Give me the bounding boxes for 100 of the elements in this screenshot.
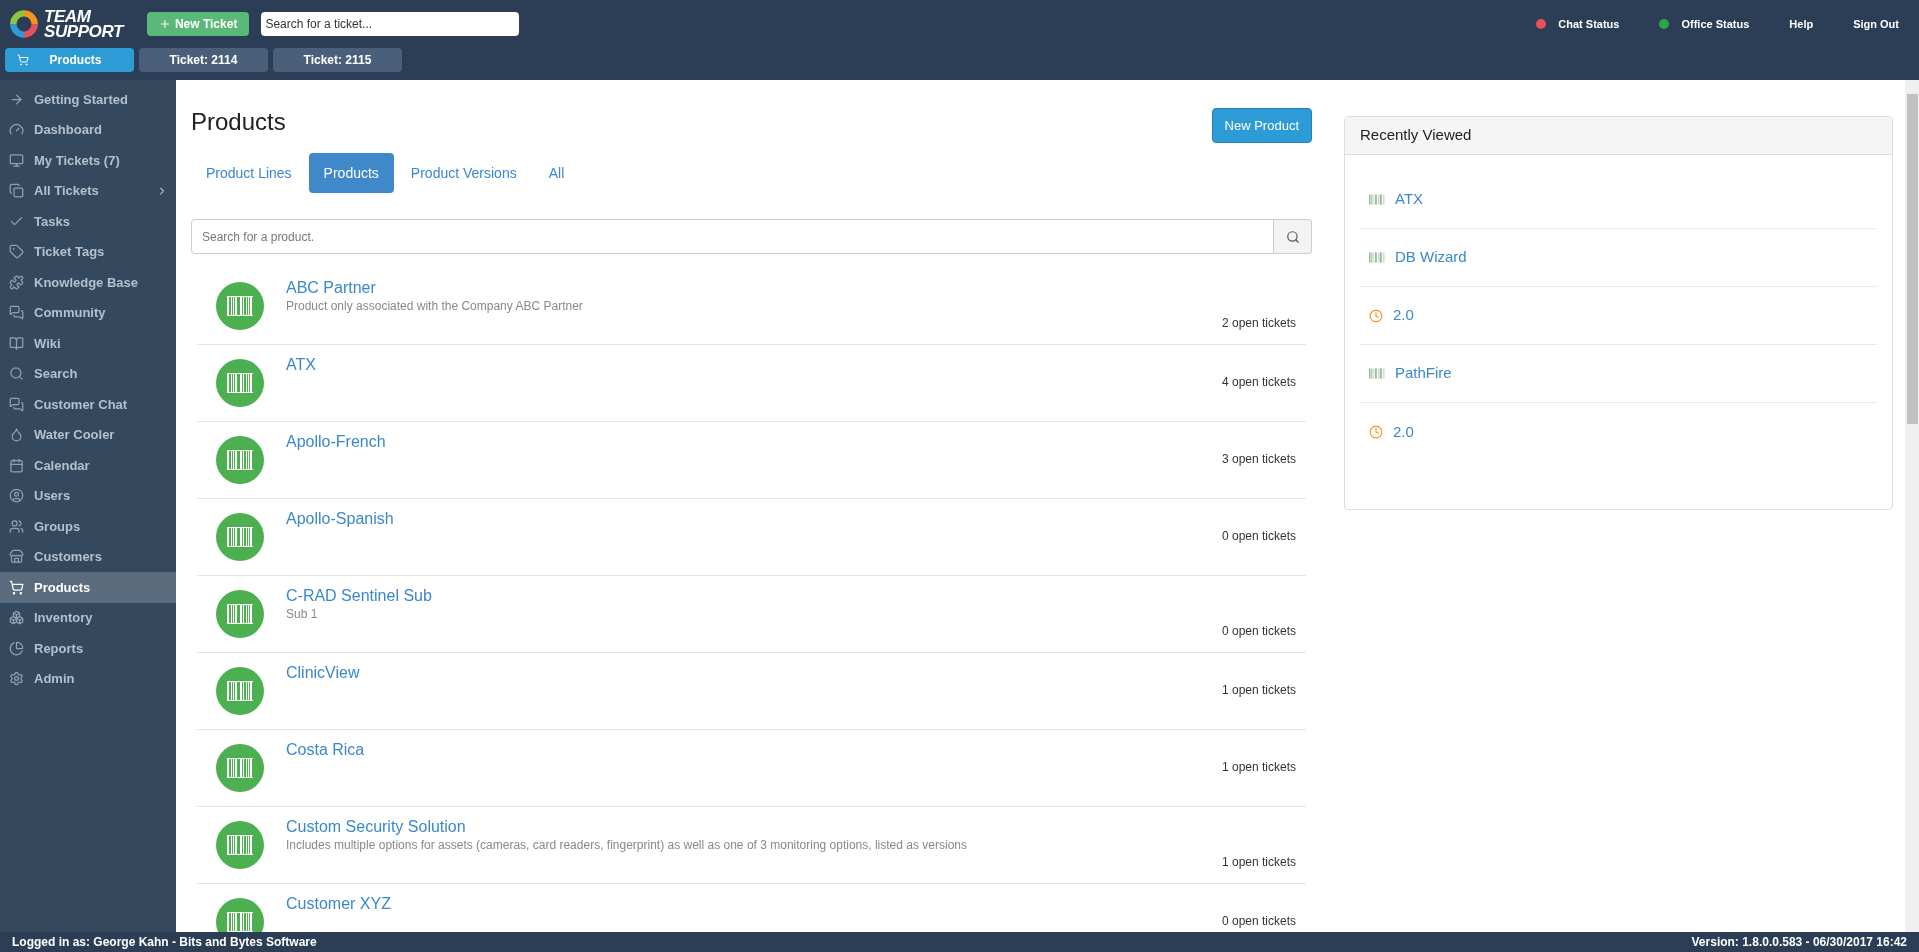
product-name[interactable]: C-RAD Sentinel Sub bbox=[286, 586, 432, 605]
page-tab[interactable]: Products bbox=[308, 153, 394, 193]
page-title: Products bbox=[191, 107, 286, 137]
product-name[interactable]: Customer XYZ bbox=[286, 894, 391, 913]
sidebar-item[interactable]: All Tickets bbox=[0, 175, 176, 206]
header-link[interactable]: Sign Out bbox=[1853, 15, 1899, 33]
panel-title: Recently Viewed bbox=[1360, 125, 1472, 146]
product-description: Sub 1 bbox=[286, 606, 319, 623]
users-icon bbox=[9, 518, 24, 534]
product-description: Product only associated with the Company ABC Partner bbox=[286, 298, 584, 315]
monitor-icon bbox=[9, 152, 24, 168]
sidebar-item[interactable]: Admin bbox=[0, 663, 176, 694]
recent-item-link[interactable]: 2.0 bbox=[1393, 420, 1414, 444]
barcode-avatar-icon bbox=[216, 513, 264, 561]
logged-in-text: Logged in as: George Kahn - Bits and Bytes Software bbox=[12, 934, 317, 951]
drop-icon bbox=[9, 427, 24, 443]
sidebar-item[interactable]: Ticket Tags bbox=[0, 236, 176, 267]
page-tab[interactable]: All bbox=[533, 153, 580, 193]
status-label[interactable]: Chat Status bbox=[1558, 15, 1620, 33]
open-tickets-count: 4 open tickets bbox=[1221, 374, 1296, 390]
barcode-avatar-icon bbox=[216, 282, 264, 330]
open-tickets-count: 0 open tickets bbox=[1221, 913, 1296, 929]
sidebar-item[interactable]: Community bbox=[0, 297, 176, 328]
recent-item-link[interactable]: 2.0 bbox=[1393, 304, 1414, 327]
barcode-avatar-icon bbox=[216, 667, 264, 715]
barcode-avatar-icon bbox=[216, 359, 264, 407]
open-tickets-count: 0 open tickets bbox=[1221, 623, 1296, 639]
status-label[interactable]: Office Status bbox=[1681, 15, 1750, 33]
search-icon bbox=[1285, 229, 1300, 244]
sidebar-item[interactable]: Tasks bbox=[0, 206, 176, 237]
sidebar-item[interactable]: Knowledge Base bbox=[0, 267, 176, 298]
recent-item-link[interactable]: ATX bbox=[1395, 188, 1424, 211]
sidebar-item[interactable]: Customers bbox=[0, 541, 176, 572]
settings-icon bbox=[9, 671, 24, 687]
barcode-avatar-icon bbox=[216, 821, 264, 869]
recent-item-link[interactable]: PathFire bbox=[1395, 362, 1452, 385]
user-icon bbox=[9, 488, 24, 504]
clock-icon bbox=[1369, 425, 1383, 439]
store-icon bbox=[9, 549, 24, 565]
tag-icon bbox=[9, 244, 24, 260]
recent-item-link[interactable]: DB Wizard bbox=[1395, 246, 1467, 269]
search-icon bbox=[9, 366, 24, 382]
pie-chart-icon bbox=[9, 640, 24, 656]
sidebar-item[interactable]: Dashboard bbox=[0, 114, 176, 145]
book-icon bbox=[9, 335, 24, 351]
open-tickets-count: 2 open tickets bbox=[1221, 315, 1296, 331]
sidebar-item[interactable]: My Tickets (7) bbox=[0, 145, 176, 176]
product-name[interactable]: Apollo-Spanish bbox=[286, 509, 394, 528]
sidebar-item[interactable]: Users bbox=[0, 480, 176, 511]
boxes-icon bbox=[9, 610, 24, 626]
barcode-avatar-icon bbox=[216, 744, 264, 792]
header-link[interactable]: Help bbox=[1789, 15, 1814, 33]
product-search-field[interactable]: Search for a product. bbox=[191, 219, 1274, 254]
copy-icon bbox=[9, 183, 24, 199]
open-tab[interactable]: Ticket: 2115 bbox=[273, 48, 402, 72]
open-tickets-count: 0 open tickets bbox=[1221, 528, 1296, 544]
barcode-avatar-icon bbox=[216, 590, 264, 638]
clock-icon bbox=[1369, 308, 1383, 323]
sidebar-item[interactable]: Water Cooler bbox=[0, 419, 176, 450]
sidebar-item[interactable]: Calendar bbox=[0, 450, 176, 481]
puzzle-icon bbox=[9, 274, 24, 290]
logo-text: SUPPORT bbox=[44, 24, 123, 40]
chat-bubbles-icon bbox=[9, 305, 24, 321]
barcode-avatar-icon bbox=[216, 436, 264, 484]
open-tab[interactable]: Ticket: 2114 bbox=[139, 48, 268, 72]
sidebar-item[interactable]: Customer Chat bbox=[0, 389, 176, 420]
sidebar-item[interactable]: Search bbox=[0, 358, 176, 389]
open-tickets-count: 1 open tickets bbox=[1221, 759, 1296, 775]
product-name[interactable]: ATX bbox=[286, 355, 316, 374]
scrollbar[interactable] bbox=[1905, 80, 1919, 932]
new-product-button[interactable]: New Product bbox=[1211, 108, 1312, 143]
logo-text: TEAM bbox=[44, 8, 91, 24]
logo-icon bbox=[8, 8, 40, 40]
open-tab[interactable]: Products bbox=[5, 48, 134, 72]
barcode-icon bbox=[1369, 252, 1385, 263]
product-name[interactable]: Apollo-French bbox=[286, 432, 386, 451]
search-button[interactable] bbox=[1274, 219, 1312, 254]
product-description: Includes multiple options for assets (cameras, card readers, fingerprint) as well as one of 3 monitoring options, listed as versions bbox=[286, 837, 968, 854]
barcode-icon bbox=[1369, 368, 1385, 379]
product-name[interactable]: Costa Rica bbox=[286, 740, 365, 759]
sidebar-item[interactable]: Inventory bbox=[0, 602, 176, 633]
sidebar-item[interactable]: Reports bbox=[0, 633, 176, 664]
sidebar-item[interactable]: Wiki bbox=[0, 328, 176, 359]
ticket-search-field[interactable]: Search for a ticket... bbox=[261, 12, 520, 36]
open-tickets-count: 1 open tickets bbox=[1221, 682, 1296, 698]
barcode-icon bbox=[1369, 194, 1385, 205]
open-tickets-count: 1 open tickets bbox=[1221, 854, 1296, 870]
chat-bubbles-icon bbox=[9, 396, 24, 412]
version-text: Version: 1.8.0.0.583 - 06/30/2017 16:42 bbox=[1691, 934, 1907, 951]
page-tab[interactable]: Product Lines bbox=[191, 153, 307, 193]
sidebar-item[interactable]: Products bbox=[0, 572, 176, 603]
product-name[interactable]: ABC Partner bbox=[286, 278, 376, 297]
calendar-icon bbox=[9, 457, 24, 473]
product-name[interactable]: Custom Security Solution bbox=[286, 817, 466, 836]
sidebar-item[interactable]: Groups bbox=[0, 511, 176, 542]
sidebar-item[interactable]: Getting Started bbox=[0, 84, 176, 115]
product-name[interactable]: ClinicView bbox=[286, 663, 360, 682]
open-tickets-count: 3 open tickets bbox=[1221, 451, 1296, 467]
plus-icon bbox=[158, 18, 171, 30]
page-tab[interactable]: Product Versions bbox=[395, 153, 532, 193]
